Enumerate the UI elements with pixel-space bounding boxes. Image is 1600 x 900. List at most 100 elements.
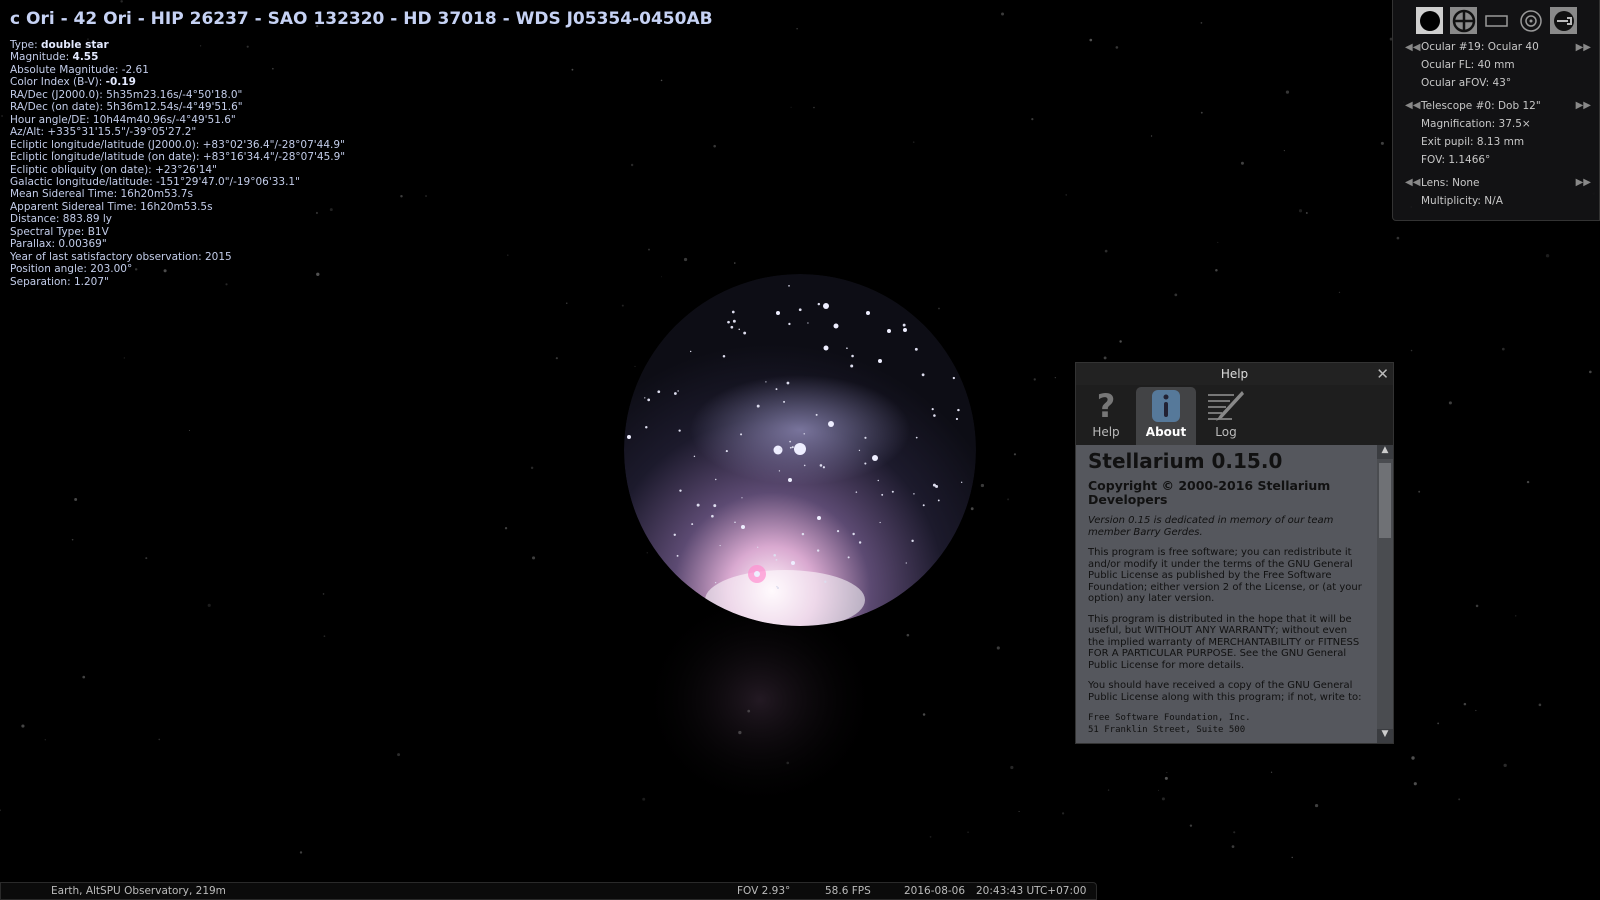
info-line: Hour angle/DE: 10h44m40.96s/-4°49'51.6"	[10, 114, 345, 126]
star	[960, 481, 963, 483]
star	[733, 262, 736, 264]
star	[819, 464, 823, 467]
next-lens-icon[interactable]: ▶▶	[1576, 177, 1591, 188]
info-label: Year of last satisfactory observation:	[10, 250, 205, 263]
star	[645, 426, 648, 429]
oculars-panel: ◀◀ ▶▶ Ocular #19: Ocular 40 Ocular FL: 4…	[1392, 0, 1600, 221]
star	[1411, 756, 1415, 760]
info-line: Color Index (B-V): -0.19	[10, 76, 345, 88]
star	[757, 546, 759, 548]
info-label: Color Index (B-V):	[10, 76, 106, 89]
star	[937, 499, 940, 502]
star	[801, 532, 805, 536]
date[interactable]: 2016-08-06	[904, 883, 965, 900]
star	[828, 421, 834, 427]
star	[713, 144, 716, 148]
about-content: Stellarium 0.15.0 Copyright © 2000-2016 …	[1076, 445, 1393, 743]
previous-telescope-icon[interactable]: ◀◀	[1405, 100, 1420, 111]
star	[648, 248, 650, 251]
tab-label: Log	[1215, 425, 1237, 439]
star	[815, 413, 818, 416]
star	[864, 462, 867, 465]
info-value: 2015	[205, 250, 232, 263]
scrollbar-thumb[interactable]	[1379, 463, 1391, 538]
info-line: RA/Dec (J2000.0): 5h35m23.16s/-4°50'18.0…	[10, 89, 345, 101]
dialog-title-bar[interactable]: Help ✕	[1076, 363, 1393, 385]
status-bar: Earth, AltSPU Observatory, 219m FOV 2.93…	[0, 882, 1097, 900]
star	[914, 347, 918, 351]
star	[322, 593, 325, 595]
eyepiece-field	[624, 274, 976, 626]
info-label: Distance:	[10, 213, 63, 226]
star	[776, 311, 780, 315]
star	[1089, 38, 1093, 42]
star	[855, 491, 858, 493]
crosshair-icon[interactable]	[1450, 7, 1477, 34]
star	[789, 446, 792, 449]
star	[673, 392, 677, 395]
ccd-frame-icon[interactable]	[1483, 7, 1510, 34]
previous-lens-icon[interactable]: ◀◀	[1405, 177, 1420, 188]
star	[783, 400, 786, 403]
star	[929, 836, 932, 838]
info-line: Parallax: 0.00369"	[10, 238, 345, 250]
close-icon[interactable]: ✕	[1376, 363, 1389, 385]
scroll-down-icon[interactable]: ▼	[1377, 729, 1393, 743]
star	[1437, 722, 1440, 725]
time[interactable]: 20:43:43 UTC+07:00	[976, 883, 1086, 900]
star	[913, 493, 915, 495]
tab-about[interactable]: About	[1136, 387, 1196, 445]
ocular-afov: Ocular aFOV: 43°	[1421, 77, 1512, 89]
star	[1501, 347, 1505, 351]
info-line: Magnitude: 4.55	[10, 51, 345, 63]
star	[817, 516, 821, 520]
info-label: Hour angle/DE:	[10, 113, 93, 126]
star	[1119, 340, 1122, 343]
scrollbar[interactable]: ▲ ▼	[1377, 445, 1393, 743]
tab-help[interactable]: ? Help	[1076, 387, 1136, 445]
location[interactable]: Earth, AltSPU Observatory, 219m	[51, 883, 226, 900]
star	[507, 254, 509, 256]
star	[878, 359, 882, 363]
previous-ocular-icon[interactable]: ◀◀	[1405, 42, 1420, 53]
star	[823, 303, 829, 309]
star	[1065, 194, 1068, 196]
star	[1463, 702, 1467, 706]
star	[1031, 118, 1034, 121]
info-value: 10h44m40.96s/-4°49'51.6"	[92, 113, 236, 126]
next-ocular-icon[interactable]: ▶▶	[1576, 42, 1591, 53]
info-line: RA/Dec (on date): 5h36m12.54s/-4°49'51.6…	[10, 101, 345, 113]
star	[931, 408, 934, 411]
info-line: Apparent Sidereal Time: 16h20m53.5s	[10, 201, 345, 213]
pencil-log-icon	[1196, 387, 1256, 425]
info-icon	[1136, 387, 1196, 425]
star	[879, 521, 881, 524]
star	[1104, 249, 1108, 253]
telrad-icon[interactable]	[1517, 7, 1544, 34]
star	[727, 320, 730, 324]
star	[903, 328, 907, 332]
question-icon: ?	[1096, 387, 1116, 425]
next-telescope-icon[interactable]: ▶▶	[1576, 100, 1591, 111]
scroll-up-icon[interactable]: ▲	[1377, 445, 1393, 459]
eyepiece-view-icon[interactable]	[1416, 7, 1443, 34]
star	[571, 68, 574, 71]
info-value: 16h20m53.5s	[140, 200, 213, 213]
star	[1107, 789, 1110, 791]
star	[905, 562, 907, 564]
info-value: 4.55	[72, 51, 99, 64]
settings-wrench-icon[interactable]	[1550, 7, 1577, 34]
tab-log[interactable]: Log	[1196, 387, 1256, 445]
star	[1270, 771, 1273, 773]
info-line: Az/Alt: +335°31'15.5"/-39°05'27.2"	[10, 126, 345, 138]
star	[779, 447, 782, 451]
star	[530, 466, 534, 470]
star	[788, 322, 791, 326]
star	[790, 106, 792, 108]
star	[634, 365, 636, 368]
star	[1200, 22, 1203, 24]
star	[1413, 782, 1417, 786]
dialog-tabs: ? Help About Log	[1076, 385, 1393, 445]
star	[630, 163, 634, 167]
info-value: 203.00°	[90, 263, 133, 276]
